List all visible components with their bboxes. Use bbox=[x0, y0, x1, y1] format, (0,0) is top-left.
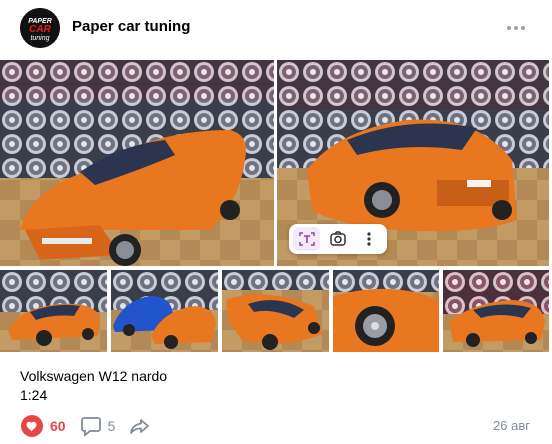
more-vertical-icon bbox=[367, 232, 371, 246]
post-photo-1[interactable] bbox=[0, 60, 274, 266]
dot-icon bbox=[507, 26, 511, 30]
svg-text:tuning: tuning bbox=[30, 35, 49, 42]
car-photo-image bbox=[0, 60, 274, 266]
heart-icon bbox=[21, 415, 43, 437]
post-photo-6[interactable] bbox=[333, 270, 439, 352]
post-photo-5[interactable] bbox=[222, 270, 329, 352]
car-photo-image bbox=[0, 270, 107, 352]
comments-count: 5 bbox=[107, 418, 116, 434]
post-actions: 60 5 bbox=[20, 414, 165, 438]
svg-text:CAR: CAR bbox=[29, 24, 51, 35]
car-photo-image bbox=[443, 270, 549, 352]
post-card: PAPER CAR tuning Paper car tuning Volksw… bbox=[0, 0, 552, 444]
post-text-line: 1:24 bbox=[20, 387, 48, 403]
dot-icon bbox=[521, 26, 525, 30]
car-photo-image bbox=[222, 270, 329, 352]
lens-search-button[interactable] bbox=[324, 227, 351, 251]
post-photo-7[interactable] bbox=[443, 270, 549, 352]
more-vertical-button[interactable] bbox=[356, 227, 383, 251]
post-photo-3[interactable] bbox=[0, 270, 107, 352]
image-overlay-toolbar bbox=[289, 224, 387, 254]
group-logo: PAPER CAR tuning bbox=[20, 8, 60, 48]
text-recognition-button[interactable] bbox=[293, 227, 321, 251]
group-avatar[interactable]: PAPER CAR tuning bbox=[20, 8, 60, 48]
more-options-button[interactable] bbox=[504, 16, 528, 40]
dot-icon bbox=[514, 26, 518, 30]
likes-count: 60 bbox=[50, 418, 66, 434]
lens-search-icon bbox=[330, 231, 346, 246]
comment-icon bbox=[80, 417, 101, 437]
share-icon bbox=[130, 419, 150, 434]
car-photo-image bbox=[111, 270, 218, 352]
post-photo-4[interactable] bbox=[111, 270, 218, 352]
post-text-line: Volkswagen W12 nardo bbox=[20, 368, 168, 384]
text-recognition-icon bbox=[298, 232, 315, 246]
share-button[interactable] bbox=[129, 415, 151, 437]
post-text: Volkswagen W12 nardo 1:24 bbox=[20, 367, 167, 405]
post-date[interactable]: 26 авг bbox=[493, 418, 530, 433]
like-button[interactable]: 60 bbox=[20, 414, 66, 438]
comment-button[interactable]: 5 bbox=[80, 415, 116, 437]
car-photo-image bbox=[333, 270, 439, 352]
group-name[interactable]: Paper car tuning bbox=[72, 18, 190, 35]
